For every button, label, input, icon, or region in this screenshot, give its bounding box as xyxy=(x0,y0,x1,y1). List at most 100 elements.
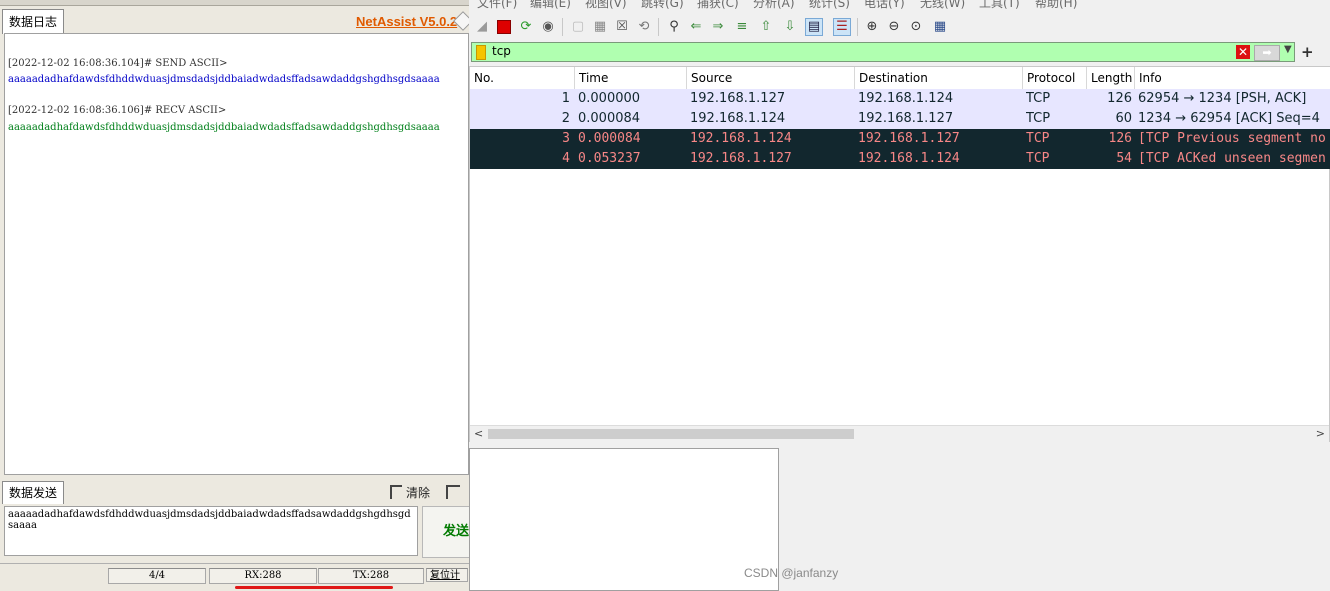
packet-list-header: No. Time Source Destination Protocol Len… xyxy=(470,67,1330,90)
send-button[interactable]: 发送 xyxy=(422,506,469,558)
shark-fin-start-icon[interactable]: ◢ xyxy=(473,18,491,36)
packet-cell-destination: 192.168.1.124 xyxy=(858,91,954,106)
display-filter-input[interactable]: tcp xyxy=(492,44,511,58)
menu-edit[interactable]: 编辑(E) xyxy=(530,0,571,11)
packet-cell-time: 0.000084 xyxy=(578,111,641,126)
menu-statistics[interactable]: 统计(S) xyxy=(809,0,850,11)
packet-cell-info: 62954 → 1234 [PSH, ACK] xyxy=(1138,91,1307,106)
autoscroll-icon[interactable]: ▤ xyxy=(805,18,823,36)
wireshark-window: 文件(F) 编辑(E) 视图(V) 跳转(G) 捕获(C) 分析(A) 统计(S… xyxy=(469,0,1330,591)
close-file-icon[interactable]: ☒ xyxy=(613,18,631,36)
column-header-protocol[interactable]: Protocol xyxy=(1023,67,1087,89)
capture-options-icon[interactable]: ◉ xyxy=(539,18,557,36)
netassist-top-border xyxy=(0,0,469,6)
netassist-brand-link[interactable]: NetAssist V5.0.2 xyxy=(356,14,457,29)
packet-cell-info: [TCP Previous segment no xyxy=(1138,131,1326,146)
log-entry-send-data: aaaaadadhafdawdsfdhddwduasjdmsdadsjddbai… xyxy=(8,74,440,85)
reset-counter-button[interactable]: 复位计 xyxy=(426,568,468,582)
go-forward-icon[interactable]: ⇒ xyxy=(709,18,727,36)
main-toolbar: ◢ ⟳ ◉ ▢ ▦ ☒ ⟲ ⚲ ⇐ ⇒ ≡ ⇧ ⇩ ▤ ☰ ⊕ ⊖ ⊙ ▦ xyxy=(469,14,1330,40)
zoom-in-icon[interactable]: ⊕ xyxy=(863,18,881,36)
find-packet-icon[interactable]: ⚲ xyxy=(665,18,683,36)
open-file-icon[interactable]: ▢ xyxy=(569,18,587,36)
column-header-no[interactable]: No. xyxy=(470,67,575,89)
packet-row[interactable]: 3 0.000084 192.168.1.124 192.168.1.127 TCP 12… xyxy=(470,129,1330,149)
packet-cell-no: 4 xyxy=(562,151,570,166)
packet-list[interactable]: No. Time Source Destination Protocol Len… xyxy=(469,66,1330,442)
clear-icon xyxy=(390,485,402,499)
go-to-packet-icon[interactable]: ≡ xyxy=(733,18,751,36)
packet-cell-length: 60 xyxy=(1115,111,1132,126)
packet-details-pane[interactable] xyxy=(469,448,779,591)
return-icon[interactable] xyxy=(446,485,460,499)
chevron-down-icon[interactable]: ▼ xyxy=(1284,44,1292,55)
go-first-packet-icon[interactable]: ⇧ xyxy=(757,18,775,36)
menu-capture[interactable]: 捕获(C) xyxy=(697,0,739,11)
reload-file-icon[interactable]: ⟲ xyxy=(635,18,653,36)
packet-row[interactable]: 1 0.000000 192.168.1.127 192.168.1.124 TCP 12… xyxy=(470,89,1330,109)
zoom-reset-icon[interactable]: ⊙ xyxy=(907,18,925,36)
tab-data-log[interactable]: 数据日志 xyxy=(2,9,64,34)
scroll-left-icon[interactable]: < xyxy=(474,427,483,440)
status-tx-count: TX:288 xyxy=(318,568,424,584)
packet-cell-source: 192.168.1.127 xyxy=(690,151,792,166)
log-entry-recv-data: aaaaadadhafdawdsfdhddwduasjdmsdadsjddbai… xyxy=(8,122,440,133)
add-filter-button[interactable]: + xyxy=(1301,43,1314,61)
clear-button[interactable]: 清除 xyxy=(390,484,430,501)
tab-data-send[interactable]: 数据发送 xyxy=(2,481,64,504)
zoom-out-icon[interactable]: ⊖ xyxy=(885,18,903,36)
menu-tools[interactable]: 工具(T) xyxy=(979,0,1020,11)
packet-cell-destination: 192.168.1.124 xyxy=(858,151,960,166)
display-filter-bar[interactable]: tcp ✕ ➡ ▼ xyxy=(471,42,1295,62)
packet-row[interactable]: 4 0.053237 192.168.1.127 192.168.1.124 TCP 54… xyxy=(470,149,1330,169)
toolbar-separator xyxy=(857,18,858,36)
packet-cell-time: 0.053237 xyxy=(578,151,641,166)
scrollbar-thumb[interactable] xyxy=(488,429,854,439)
toolbar-separator xyxy=(562,18,563,36)
netassist-window: 数据日志 NetAssist V5.0.2 [2022-12-02 16:08:… xyxy=(0,0,469,591)
data-log-area[interactable]: [2022-12-02 16:08:36.104]# SEND ASCII> a… xyxy=(4,33,469,475)
packet-cell-destination: 192.168.1.127 xyxy=(858,111,954,126)
packet-cell-protocol: TCP xyxy=(1026,151,1050,166)
clear-filter-icon[interactable]: ✕ xyxy=(1236,45,1250,59)
save-file-icon[interactable]: ▦ xyxy=(591,18,609,36)
horizontal-scrollbar[interactable]: < > xyxy=(470,425,1329,442)
column-header-source[interactable]: Source xyxy=(687,67,855,89)
packet-cell-info: [TCP ACKed unseen segmen xyxy=(1138,151,1326,166)
clear-label: 清除 xyxy=(406,486,431,500)
packet-cell-time: 0.000084 xyxy=(578,131,641,146)
column-header-length[interactable]: Length xyxy=(1087,67,1135,89)
menu-help[interactable]: 帮助(H) xyxy=(1035,0,1077,11)
colorize-icon[interactable]: ☰ xyxy=(833,18,851,36)
apply-filter-arrow-icon[interactable]: ➡ xyxy=(1254,45,1280,61)
packet-cell-source: 192.168.1.124 xyxy=(690,131,792,146)
menu-analyze[interactable]: 分析(A) xyxy=(753,0,795,11)
packet-cell-protocol: TCP xyxy=(1026,131,1050,146)
menu-view[interactable]: 视图(V) xyxy=(585,0,627,11)
menu-go[interactable]: 跳转(G) xyxy=(641,0,684,11)
send-input[interactable]: aaaaadadhafdawdsfdhddwduasjdmsdadsjddbai… xyxy=(4,506,418,556)
status-rx-count: RX:288 xyxy=(209,568,317,584)
column-header-time[interactable]: Time xyxy=(575,67,687,89)
packet-cell-info: 1234 → 62954 [ACK] Seq=4 xyxy=(1138,111,1320,126)
restart-capture-icon[interactable]: ⟳ xyxy=(517,18,535,36)
packet-cell-length: 126 xyxy=(1107,91,1132,106)
column-header-info[interactable]: Info xyxy=(1135,67,1330,89)
resize-columns-icon[interactable]: ▦ xyxy=(931,18,949,36)
menu-file[interactable]: 文件(F) xyxy=(477,0,517,11)
packet-cell-no: 2 xyxy=(561,111,570,126)
status-bar: 4/4 RX:288 TX:288 复位计 xyxy=(0,563,469,584)
menu-wireless[interactable]: 无线(W) xyxy=(920,0,965,11)
scroll-right-icon[interactable]: > xyxy=(1316,427,1325,440)
menu-bar: 文件(F) 编辑(E) 视图(V) 跳转(G) 捕获(C) 分析(A) 统计(S… xyxy=(469,0,1330,12)
bookmark-icon[interactable] xyxy=(476,45,486,60)
packet-row[interactable]: 2 0.000084 192.168.1.124 192.168.1.127 TCP 60… xyxy=(470,109,1330,129)
column-header-destination[interactable]: Destination xyxy=(855,67,1023,89)
stop-capture-icon[interactable] xyxy=(495,18,513,36)
go-back-icon[interactable]: ⇐ xyxy=(687,18,705,36)
go-last-packet-icon[interactable]: ⇩ xyxy=(781,18,799,36)
packet-cell-time: 0.000000 xyxy=(578,91,641,106)
red-underline-annotation xyxy=(235,586,393,589)
packet-cell-source: 192.168.1.127 xyxy=(690,91,786,106)
menu-telephony[interactable]: 电话(Y) xyxy=(864,0,905,11)
